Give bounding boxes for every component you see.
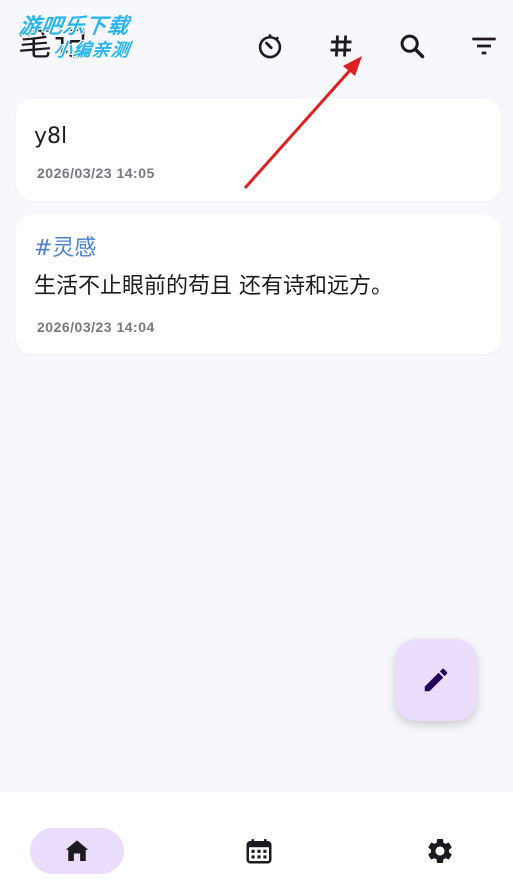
search-icon: [400, 34, 425, 59]
note-date: 2026/03/23 14:05: [37, 165, 155, 181]
timer-button[interactable]: [252, 28, 288, 64]
note-card[interactable]: y8l 2026/03/23 14:05: [16, 99, 501, 201]
settings-icon: [428, 839, 452, 863]
bottom-navigation: [0, 792, 513, 880]
watermark-logo: 游吧乐下载 小编亲测: [12, 8, 160, 64]
note-card[interactable]: #灵感 生活不止眼前的苟且 还有诗和远方。 2026/03/23 14:04: [16, 215, 501, 354]
top-app-bar: 笔记 游吧乐下载 小编亲测: [0, 0, 513, 92]
note-tag[interactable]: #灵感: [34, 235, 96, 263]
pencil-icon: [424, 668, 448, 692]
watermark-line-2: 小编亲测: [52, 40, 132, 61]
nav-home[interactable]: [30, 828, 124, 874]
new-note-button[interactable]: [395, 639, 477, 721]
filter-button[interactable]: [466, 28, 502, 64]
hashtag-icon: [330, 35, 352, 57]
tags-button[interactable]: [323, 28, 359, 64]
note-date: 2026/03/23 14:04: [37, 319, 155, 335]
note-title: y8l: [34, 124, 68, 149]
calendar-icon: [246, 839, 272, 864]
home-icon: [65, 840, 89, 861]
nav-calendar[interactable]: [212, 828, 306, 874]
timer-icon: [258, 34, 282, 59]
note-body: 生活不止眼前的苟且 还有诗和远方。: [34, 274, 393, 299]
filter-icon: [472, 37, 496, 55]
nav-settings[interactable]: [393, 828, 487, 874]
search-button[interactable]: [394, 28, 430, 64]
